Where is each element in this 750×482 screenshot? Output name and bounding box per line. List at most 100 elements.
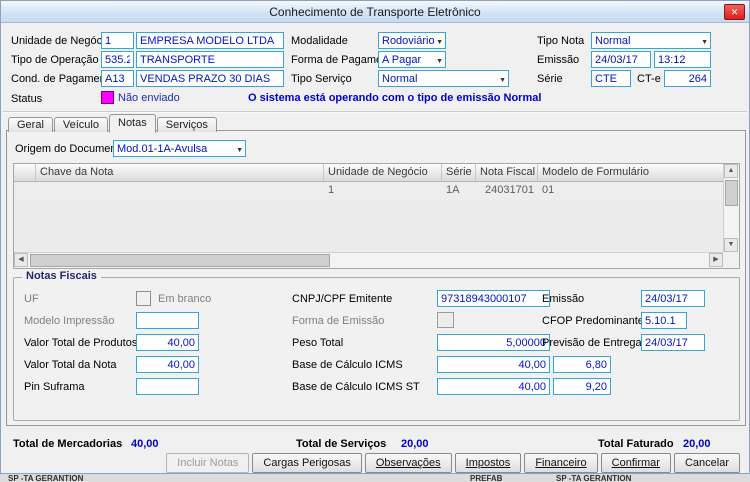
- notas-grid: Chave da Nota Unidade de Negócio Série N…: [13, 163, 740, 269]
- tab-bar: Geral Veículo Notas Serviços: [8, 113, 218, 132]
- cell-unidade: 1: [324, 182, 442, 200]
- background-text-fragment: PREFAB: [470, 474, 502, 482]
- tipo-operacao-name-field[interactable]: [136, 51, 284, 68]
- previsao-entrega-label: Previsão de Entrega: [542, 336, 642, 351]
- serie-field[interactable]: [591, 70, 631, 87]
- incluir-notas-button: Incluir Notas: [166, 453, 249, 473]
- background-text-fragment: SP -TA GERANTION: [8, 474, 83, 482]
- tab-geral[interactable]: Geral: [8, 117, 53, 132]
- total-faturado-label: Total Faturado: [598, 438, 674, 450]
- impostos-button[interactable]: Impostos: [455, 453, 522, 473]
- cell-chave: [36, 182, 324, 200]
- emissao-date-field[interactable]: [591, 51, 651, 68]
- cfop-predominante-label: CFOP Predominante: [542, 314, 644, 329]
- confirmar-button[interactable]: Confirmar: [601, 453, 671, 473]
- valor-total-produtos-label: Valor Total de Produtos: [24, 336, 137, 351]
- icms-valor-field[interactable]: [553, 356, 611, 373]
- modalidade-combo[interactable]: Rodoviário ▼: [378, 32, 446, 49]
- uf-checkbox: [136, 291, 151, 306]
- cte-label: CT-e: [637, 72, 661, 87]
- table-row[interactable]: 1 1A 24031701 01: [14, 182, 723, 200]
- emissao-nf-field[interactable]: [641, 290, 705, 307]
- background-window-strip: SP -TA GERANTION PREFAB SP -TA GERANTION: [0, 474, 750, 482]
- tipo-nota-label: Tipo Nota: [537, 34, 584, 49]
- cond-pagamento-name-field[interactable]: [136, 70, 284, 87]
- tipo-nota-value: Normal: [595, 35, 630, 47]
- base-calculo-icms-st-label: Base de Cálculo ICMS ST: [292, 380, 420, 395]
- tab-notas[interactable]: Notas: [109, 114, 156, 133]
- cnpj-cpf-emitente-label: CNPJ/CPF Emitente: [292, 292, 392, 307]
- valor-total-nota-label: Valor Total da Nota: [24, 358, 117, 373]
- cte-number-field[interactable]: [664, 70, 711, 87]
- scroll-up-icon[interactable]: ▲: [724, 164, 738, 178]
- modelo-impressao-field[interactable]: [136, 312, 199, 329]
- cnpj-cpf-emitente-field[interactable]: [437, 290, 550, 307]
- emissao-nf-label: Emissão: [542, 292, 584, 307]
- chevron-down-icon: ▼: [701, 36, 708, 49]
- total-mercadorias-value: 40,00: [131, 438, 159, 450]
- tab-veiculo[interactable]: Veículo: [54, 117, 108, 132]
- base-calculo-icms-st-field[interactable]: [437, 378, 550, 395]
- scroll-down-icon[interactable]: ▼: [724, 238, 738, 252]
- base-calculo-icms-field[interactable]: [437, 356, 550, 373]
- emission-mode-message: O sistema está operando com o tipo de em…: [248, 92, 541, 104]
- cond-pagamento-code-field[interactable]: [101, 70, 134, 87]
- origem-documento-value: Mod.01-1A-Avulsa: [117, 143, 207, 155]
- status-label: Status: [11, 92, 42, 107]
- em-branco-label: Em branco: [158, 292, 211, 307]
- tipo-operacao-code-field[interactable]: [101, 51, 134, 68]
- observacoes-button[interactable]: Observações: [365, 453, 452, 473]
- origem-documento-combo[interactable]: Mod.01-1A-Avulsa ▼: [113, 140, 246, 157]
- status-color-swatch: [101, 91, 114, 104]
- pin-suframa-label: Pin Suframa: [24, 380, 85, 395]
- scroll-right-icon[interactable]: ▶: [709, 253, 723, 267]
- page-title: Conhecimento de Transporte Eletrônico: [269, 5, 480, 19]
- title-bar[interactable]: Conhecimento de Transporte Eletrônico ✕: [1, 1, 749, 23]
- notas-fiscais-group: Notas Fiscais UF Em branco Modelo Impres…: [13, 277, 740, 421]
- unidade-negocio-name-field[interactable]: [136, 32, 284, 49]
- horizontal-scrollbar[interactable]: ◀ ▶: [14, 252, 723, 268]
- total-mercadorias-label: Total de Mercadorias: [13, 438, 122, 450]
- column-header-nota-fiscal: Nota Fiscal: [476, 164, 538, 181]
- close-icon[interactable]: ✕: [724, 4, 745, 20]
- cargas-perigosas-button[interactable]: Cargas Perigosas: [252, 453, 361, 473]
- peso-total-field[interactable]: [437, 334, 550, 351]
- vertical-scrollbar-thumb[interactable]: [725, 180, 738, 206]
- total-faturado-value: 20,00: [683, 438, 711, 450]
- chevron-down-icon: ▼: [499, 74, 506, 87]
- scrollbar-corner: [723, 252, 739, 268]
- column-header-chave: Chave da Nota: [36, 164, 324, 181]
- horizontal-scrollbar-thumb[interactable]: [30, 254, 330, 267]
- unidade-negocio-label: Unidade de Negócio: [11, 34, 111, 49]
- vertical-scrollbar[interactable]: ▲ ▼: [723, 164, 739, 252]
- tipo-nota-combo[interactable]: Normal ▼: [591, 32, 711, 49]
- financeiro-button[interactable]: Financeiro: [524, 453, 597, 473]
- tipo-servico-label: Tipo Serviço: [291, 72, 352, 87]
- cfop-predominante-field[interactable]: [641, 312, 687, 329]
- cancelar-button[interactable]: Cancelar: [674, 453, 740, 473]
- background-text-fragment: SP -TA GERANTION: [556, 474, 631, 482]
- valor-total-produtos-field[interactable]: [136, 334, 199, 351]
- emissao-time-field[interactable]: [654, 51, 711, 68]
- valor-total-nota-field[interactable]: [136, 356, 199, 373]
- scroll-left-icon[interactable]: ◀: [14, 253, 28, 267]
- cell-nota-fiscal: 24031701: [476, 182, 538, 200]
- group-title: Notas Fiscais: [22, 270, 101, 282]
- icms-st-valor-field[interactable]: [553, 378, 611, 395]
- chevron-down-icon: ▼: [236, 144, 243, 157]
- cell-serie: 1A: [442, 182, 476, 200]
- forma-pagamento-value: A Pagar: [382, 54, 421, 66]
- tipo-operacao-label: Tipo de Operação: [11, 53, 99, 68]
- column-header-modelo: Modelo de Formulário: [538, 164, 723, 181]
- tipo-servico-combo[interactable]: Normal ▼: [378, 70, 509, 87]
- cond-pagamento-label: Cond. de Pagamento: [11, 72, 115, 87]
- cell-modelo: 01: [538, 182, 723, 200]
- cte-dialog: Conhecimento de Transporte Eletrônico ✕ …: [0, 0, 750, 474]
- previsao-entrega-field[interactable]: [641, 334, 705, 351]
- serie-label: Série: [537, 72, 563, 87]
- tab-servicos[interactable]: Serviços: [157, 117, 217, 132]
- unidade-negocio-code-field[interactable]: [101, 32, 134, 49]
- pin-suframa-field[interactable]: [136, 378, 199, 395]
- total-servicos-value: 20,00: [401, 438, 429, 450]
- forma-pagamento-combo[interactable]: A Pagar ▼: [378, 51, 446, 68]
